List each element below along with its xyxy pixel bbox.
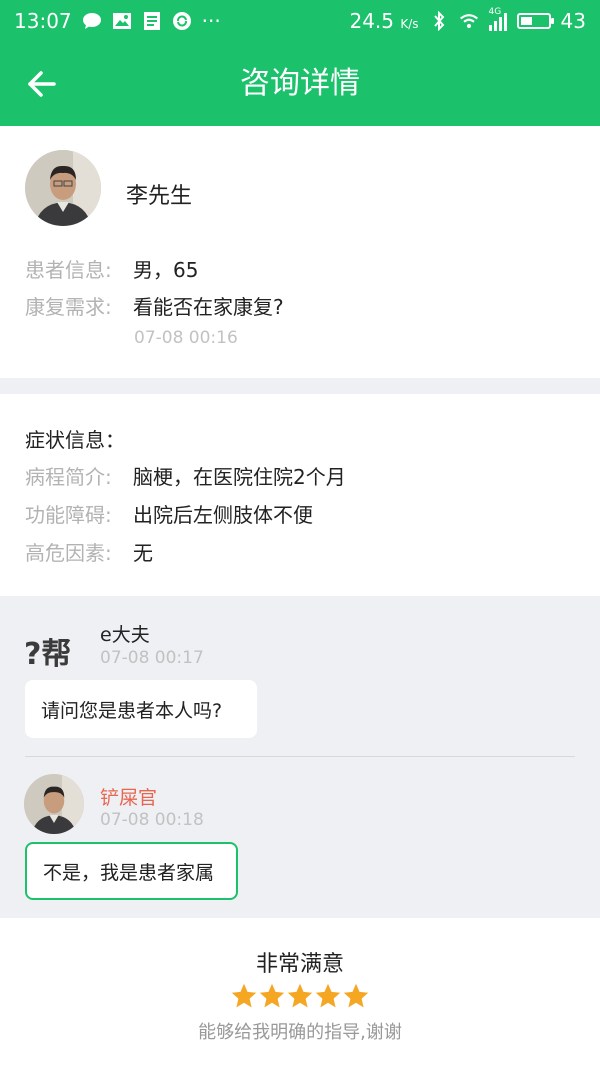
- wifi-icon: [459, 12, 479, 30]
- star-rating: [0, 982, 600, 1014]
- star-icon: [259, 983, 285, 1008]
- patient-avatar[interactable]: [25, 150, 101, 226]
- status-time: 13:07: [14, 9, 72, 33]
- patient-info-row: 患者信息: 男，65: [25, 254, 198, 283]
- page-title: 咨询详情: [240, 66, 360, 101]
- symptoms-card: 症状信息： 病程简介: 脑梗，在医院住院2个月 功能障碍: 出院后左侧肢体不便 …: [0, 394, 600, 596]
- section-divider: [0, 378, 600, 394]
- message-time: 07-08 00:17: [100, 648, 204, 668]
- rehab-need-value: 看能否在家康复?: [133, 295, 284, 319]
- symptom-label: 病程简介:: [25, 465, 112, 489]
- symptom-label: 高危因素:: [25, 541, 112, 565]
- symptom-value: 无: [133, 541, 153, 565]
- message-time: 07-08 00:18: [100, 810, 204, 830]
- review-section: 非常满意 能够给我明确的指导,谢谢: [0, 918, 600, 1067]
- message-bubble: 请问您是患者本人吗?: [25, 680, 257, 738]
- rating-title: 非常满意: [255, 952, 344, 977]
- patient-info-value: 男，65: [133, 258, 199, 282]
- svg-text:?帮: ?帮: [24, 637, 71, 672]
- image-icon: [112, 12, 132, 30]
- message-bubble: 不是，我是患者家属: [25, 842, 238, 900]
- rehab-need-label: 康复需求:: [25, 295, 112, 319]
- patient-info-label: 患者信息:: [25, 258, 112, 282]
- message-sender: 铲屎官: [100, 787, 158, 809]
- patient-name: 李先生: [126, 184, 193, 209]
- sync-icon: [172, 12, 192, 30]
- star-icon: [315, 983, 341, 1008]
- review-comment: 能够给我明确的指导,谢谢: [198, 1022, 402, 1043]
- star-icon: [343, 983, 369, 1008]
- title-bar: 咨询详情: [0, 42, 600, 126]
- rehab-need-row: 康复需求: 看能否在家康复?: [25, 291, 284, 320]
- signal-icon: 4G: [488, 7, 507, 31]
- star-icon: [287, 983, 313, 1008]
- symptom-row: 功能障碍: 出院后左侧肢体不便: [25, 499, 313, 528]
- symptom-value: 脑梗，在医院住院2个月: [133, 465, 346, 489]
- patient-card: 李先生 患者信息: 男，65 康复需求: 看能否在家康复? 07-08 00:1…: [0, 126, 600, 378]
- chat-bubble-icon: [82, 12, 102, 30]
- message-divider: [25, 756, 575, 757]
- status-bar: 13:07 ··· 24.5 K/s 4G 43: [0, 0, 600, 42]
- chat-thread: ?帮 e大夫 07-08 00:17 请问您是患者本人吗? 铲屎官 07-08 …: [0, 596, 600, 918]
- symptom-label: 功能障碍:: [25, 503, 112, 527]
- symptom-row: 高危因素: 无: [25, 537, 153, 566]
- symptoms-title: 症状信息：: [25, 428, 125, 452]
- symptom-value: 出院后左侧肢体不便: [133, 503, 313, 527]
- battery-level: 43: [560, 9, 586, 33]
- net-speed: 24.5 K/s: [349, 9, 419, 33]
- symptom-row: 病程简介: 脑梗，在医院住院2个月: [25, 461, 346, 490]
- star-icon: [231, 983, 257, 1008]
- more-icon: ···: [201, 9, 221, 33]
- battery-icon: [516, 13, 554, 29]
- document-icon: [142, 12, 162, 30]
- message-sender: e大夫: [100, 624, 150, 646]
- doctor-avatar[interactable]: ?帮: [24, 620, 84, 680]
- bluetooth-icon: [429, 11, 449, 31]
- user-avatar[interactable]: [24, 774, 84, 834]
- consult-time: 07-08 00:16: [134, 328, 238, 348]
